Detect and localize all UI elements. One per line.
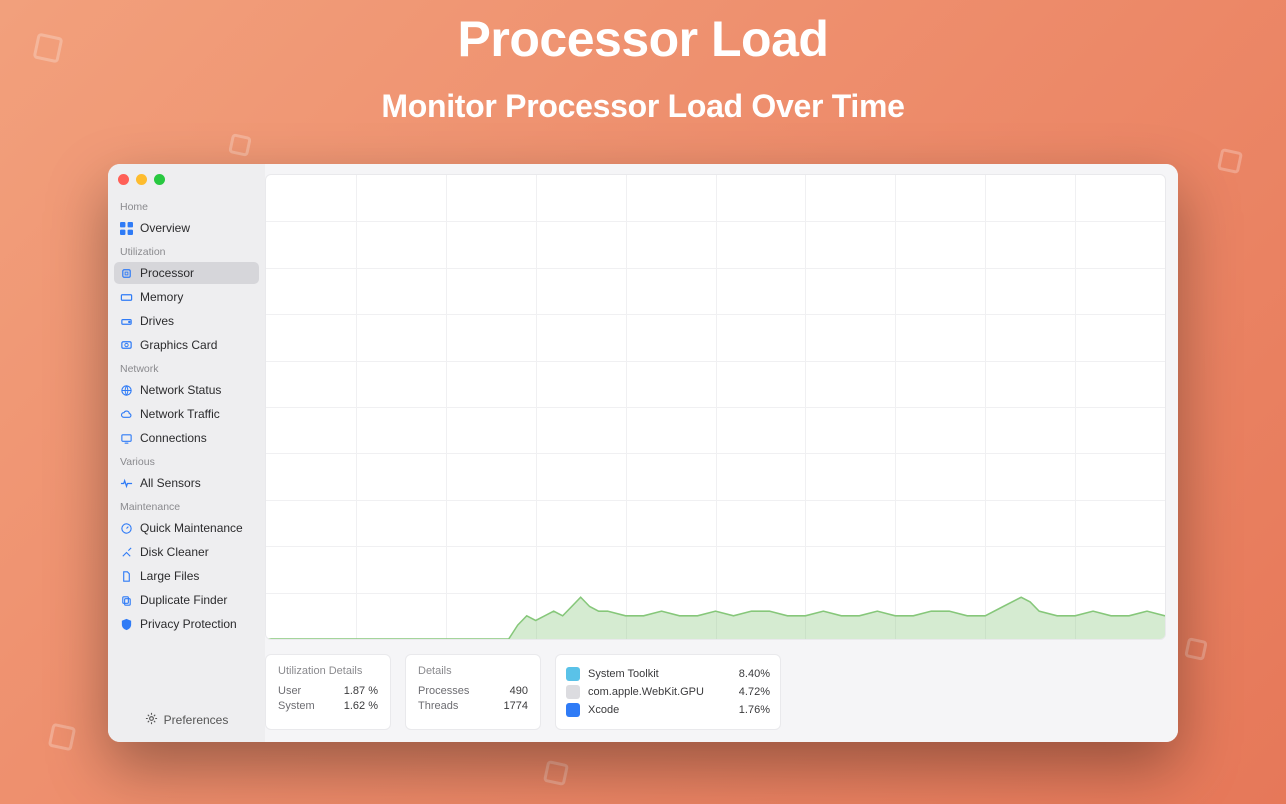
globe-icon: [120, 384, 133, 397]
utilization-details-panel: Utilization Details User 1.87 % System 1.6…: [265, 654, 391, 730]
sidebar-item-duplicate-finder[interactable]: Duplicate Finder: [114, 589, 259, 611]
sidebar-item-label: Memory: [140, 290, 183, 304]
bg-decor: [1184, 637, 1208, 661]
sidebar-item-large-files[interactable]: Large Files: [114, 565, 259, 587]
sidebar: Home Overview Utilization Processor Memo…: [108, 164, 265, 742]
processes-label: Processes: [418, 685, 469, 697]
main-content: Utilization Details User 1.87 % System 1.6…: [265, 164, 1178, 742]
preferences-button[interactable]: Preferences: [114, 706, 259, 734]
drive-icon: [120, 315, 133, 328]
gauge-icon: [120, 522, 133, 535]
top-processes-panel: System Toolkit 8.40% com.apple.WebKit.GPU 4…: [555, 654, 781, 730]
broom-icon: [120, 546, 133, 559]
section-various-label: Various: [114, 450, 259, 471]
sidebar-item-label: Processor: [140, 266, 194, 280]
bg-decor: [1217, 148, 1243, 174]
preferences-label: Preferences: [164, 713, 229, 727]
sidebar-item-label: All Sensors: [140, 476, 201, 490]
sidebar-item-label: Privacy Protection: [140, 617, 237, 631]
sidebar-item-label: Network Traffic: [140, 407, 220, 421]
sidebar-item-label: Quick Maintenance: [140, 521, 243, 535]
bg-decor: [33, 33, 64, 64]
threads-label: Threads: [418, 700, 458, 712]
app-window: Home Overview Utilization Processor Memo…: [108, 164, 1178, 742]
maximize-button[interactable]: [154, 174, 165, 185]
section-utilization-label: Utilization: [114, 240, 259, 261]
page-subtitle: Monitor Processor Load Over Time: [0, 88, 1286, 125]
chart-area: [266, 175, 1165, 639]
sidebar-item-label: Graphics Card: [140, 338, 217, 352]
process-name: Xcode: [588, 704, 731, 716]
minimize-button[interactable]: [136, 174, 147, 185]
sidebar-item-network-traffic[interactable]: Network Traffic: [114, 403, 259, 425]
sidebar-item-quick-maintenance[interactable]: Quick Maintenance: [114, 517, 259, 539]
memory-icon: [120, 291, 133, 304]
system-label: System: [278, 700, 315, 712]
process-row[interactable]: System Toolkit 8.40%: [566, 667, 770, 681]
system-value: 1.62 %: [344, 700, 378, 712]
process-pct: 8.40%: [739, 668, 770, 680]
app-icon: [566, 703, 580, 717]
process-name: System Toolkit: [588, 668, 731, 680]
grid-icon: [120, 222, 133, 235]
sidebar-item-network-status[interactable]: Network Status: [114, 379, 259, 401]
sidebar-item-drives[interactable]: Drives: [114, 310, 259, 332]
panel-title: Utilization Details: [278, 665, 378, 677]
copy-icon: [120, 594, 133, 607]
user-value: 1.87 %: [344, 685, 378, 697]
process-name: com.apple.WebKit.GPU: [588, 686, 731, 698]
sidebar-item-label: Drives: [140, 314, 174, 328]
bg-decor: [228, 133, 252, 157]
sidebar-item-overview[interactable]: Overview: [114, 217, 259, 239]
sidebar-item-label: Overview: [140, 221, 190, 235]
app-icon: [566, 685, 580, 699]
sidebar-item-processor[interactable]: Processor: [114, 262, 259, 284]
sidebar-item-label: Network Status: [140, 383, 221, 397]
pulse-icon: [120, 477, 133, 490]
bg-decor: [543, 760, 569, 786]
sidebar-item-label: Connections: [140, 431, 207, 445]
shield-icon: [120, 618, 133, 631]
window-controls: [114, 172, 259, 195]
cpu-icon: [120, 267, 133, 280]
user-label: User: [278, 685, 301, 697]
monitor-icon: [120, 432, 133, 445]
process-row[interactable]: com.apple.WebKit.GPU 4.72%: [566, 685, 770, 699]
sidebar-item-disk-cleaner[interactable]: Disk Cleaner: [114, 541, 259, 563]
gpu-icon: [120, 339, 133, 352]
process-pct: 1.76%: [739, 704, 770, 716]
sidebar-item-gpu[interactable]: Graphics Card: [114, 334, 259, 356]
bottom-panels: Utilization Details User 1.87 % System 1.6…: [265, 654, 1166, 730]
details-panel: Details Processes 490 Threads 1774: [405, 654, 541, 730]
bg-decor: [48, 723, 76, 751]
close-button[interactable]: [118, 174, 129, 185]
sidebar-item-privacy[interactable]: Privacy Protection: [114, 613, 259, 635]
sidebar-item-label: Disk Cleaner: [140, 545, 209, 559]
sidebar-item-label: Large Files: [140, 569, 199, 583]
process-row[interactable]: Xcode 1.76%: [566, 703, 770, 717]
sidebar-item-memory[interactable]: Memory: [114, 286, 259, 308]
load-chart: [265, 174, 1166, 640]
sidebar-item-connections[interactable]: Connections: [114, 427, 259, 449]
panel-title: Details: [418, 665, 528, 677]
process-pct: 4.72%: [739, 686, 770, 698]
threads-value: 1774: [504, 700, 528, 712]
sidebar-item-sensors[interactable]: All Sensors: [114, 472, 259, 494]
gear-icon: [145, 712, 158, 728]
section-maintenance-label: Maintenance: [114, 495, 259, 516]
sidebar-item-label: Duplicate Finder: [140, 593, 227, 607]
app-icon: [566, 667, 580, 681]
file-icon: [120, 570, 133, 583]
page-title: Processor Load: [0, 0, 1286, 68]
processes-value: 490: [510, 685, 528, 697]
cloud-icon: [120, 408, 133, 421]
section-network-label: Network: [114, 357, 259, 378]
section-home-label: Home: [114, 195, 259, 216]
